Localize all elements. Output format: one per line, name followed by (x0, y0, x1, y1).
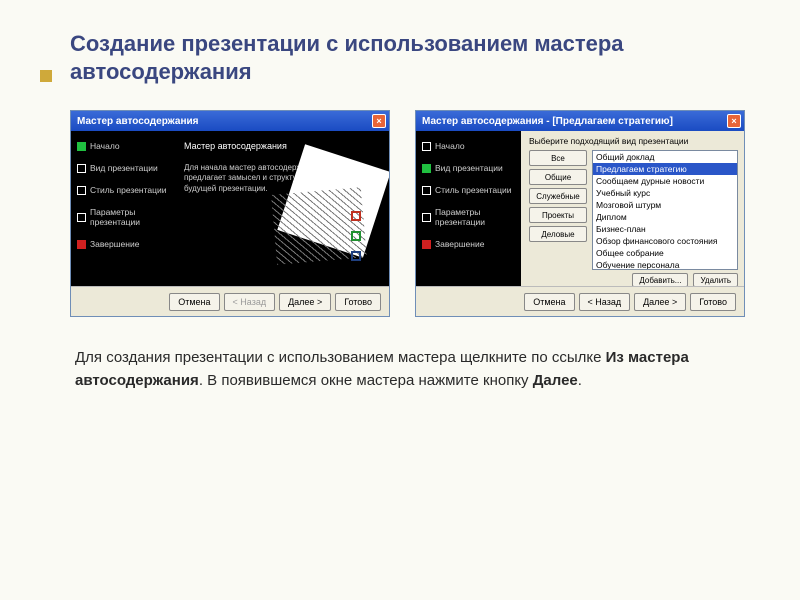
titlebar: Мастер автосодержания × (71, 111, 389, 131)
step-start: Начало (422, 141, 517, 151)
list-item[interactable]: Сообщаем дурные новости (593, 175, 737, 187)
category-service[interactable]: Служебные (529, 188, 587, 204)
step-type: Вид презентации (77, 163, 172, 173)
back-button[interactable]: < Назад (224, 293, 276, 311)
category-buttons: Все Общие Служебные Проекты Деловые (529, 150, 587, 270)
window-title: Мастер автосодержания - [Предлагаем стра… (422, 116, 673, 127)
step-style: Стиль презентации (77, 185, 172, 195)
selection-prompt: Выберите подходящий вид презентации (529, 136, 738, 146)
category-general[interactable]: Общие (529, 169, 587, 185)
step-finish: Завершение (77, 239, 172, 249)
slide-title: Создание презентации с использованием ма… (70, 30, 750, 85)
add-button[interactable]: Добавить... (632, 273, 688, 287)
close-icon[interactable]: × (372, 114, 386, 128)
list-item[interactable]: Бизнес-план (593, 223, 737, 235)
list-item[interactable]: Мозговой штурм (593, 199, 737, 211)
step-type: Вид презентации (422, 163, 517, 173)
intro-panel: Мастер автосодержания Для начала мастер … (176, 131, 389, 286)
list-item[interactable]: Обзор финансового состояния (593, 235, 737, 247)
dialog-body: Начало Вид презентации Стиль презентации… (416, 131, 744, 286)
intro-text: Для начала мастер автосодержания предлаг… (184, 163, 324, 194)
cancel-button[interactable]: Отмена (169, 293, 219, 311)
back-button[interactable]: < Назад (579, 293, 631, 311)
wizard-dialog-select: Мастер автосодержания - [Предлагаем стра… (415, 110, 745, 317)
category-projects[interactable]: Проекты (529, 207, 587, 223)
step-start: Начало (77, 141, 172, 151)
steps-list: Начало Вид презентации Стиль презентации… (416, 131, 521, 286)
list-item[interactable]: Предлагаем стратегию (593, 163, 737, 175)
selection-panel: Выберите подходящий вид презентации Все … (521, 131, 744, 286)
presentation-listbox[interactable]: Общий докладПредлагаем стратегиюСообщаем… (592, 150, 738, 270)
window-title: Мастер автосодержания (77, 116, 198, 127)
list-item[interactable]: Общее собрание (593, 247, 737, 259)
intro-heading: Мастер автосодержания (184, 141, 381, 151)
next-button[interactable]: Далее > (634, 293, 686, 311)
step-finish: Завершение (422, 239, 517, 249)
step-params: Параметры презентации (422, 207, 517, 227)
screenshots-row: Мастер автосодержания × Начало Вид презе… (70, 110, 750, 317)
step-params: Параметры презентации (77, 207, 172, 227)
wizard-dialog-intro: Мастер автосодержания × Начало Вид презе… (70, 110, 390, 317)
steps-list: Начало Вид презентации Стиль презентации… (71, 131, 176, 286)
category-business[interactable]: Деловые (529, 226, 587, 242)
finish-button[interactable]: Готово (690, 293, 736, 311)
decorative-bullet (40, 70, 52, 82)
list-item[interactable]: Общий доклад (593, 151, 737, 163)
category-all[interactable]: Все (529, 150, 587, 166)
titlebar: Мастер автосодержания - [Предлагаем стра… (416, 111, 744, 131)
dialog-body: Начало Вид презентации Стиль презентации… (71, 131, 389, 286)
cancel-button[interactable]: Отмена (524, 293, 574, 311)
dialog-footer: Отмена < Назад Далее > Готово (416, 286, 744, 316)
slide-description: Для создания презентации с использование… (75, 347, 715, 392)
step-style: Стиль презентации (422, 185, 517, 195)
slide-title-block: Создание презентации с использованием ма… (70, 30, 750, 85)
list-item[interactable]: Диплом (593, 211, 737, 223)
list-item[interactable]: Учебный курс (593, 187, 737, 199)
list-item[interactable]: Обучение персонала (593, 259, 737, 270)
close-icon[interactable]: × (727, 114, 741, 128)
dialog-footer: Отмена < Назад Далее > Готово (71, 286, 389, 316)
remove-button[interactable]: Удалить (693, 273, 738, 287)
next-button[interactable]: Далее > (279, 293, 331, 311)
finish-button[interactable]: Готово (335, 293, 381, 311)
